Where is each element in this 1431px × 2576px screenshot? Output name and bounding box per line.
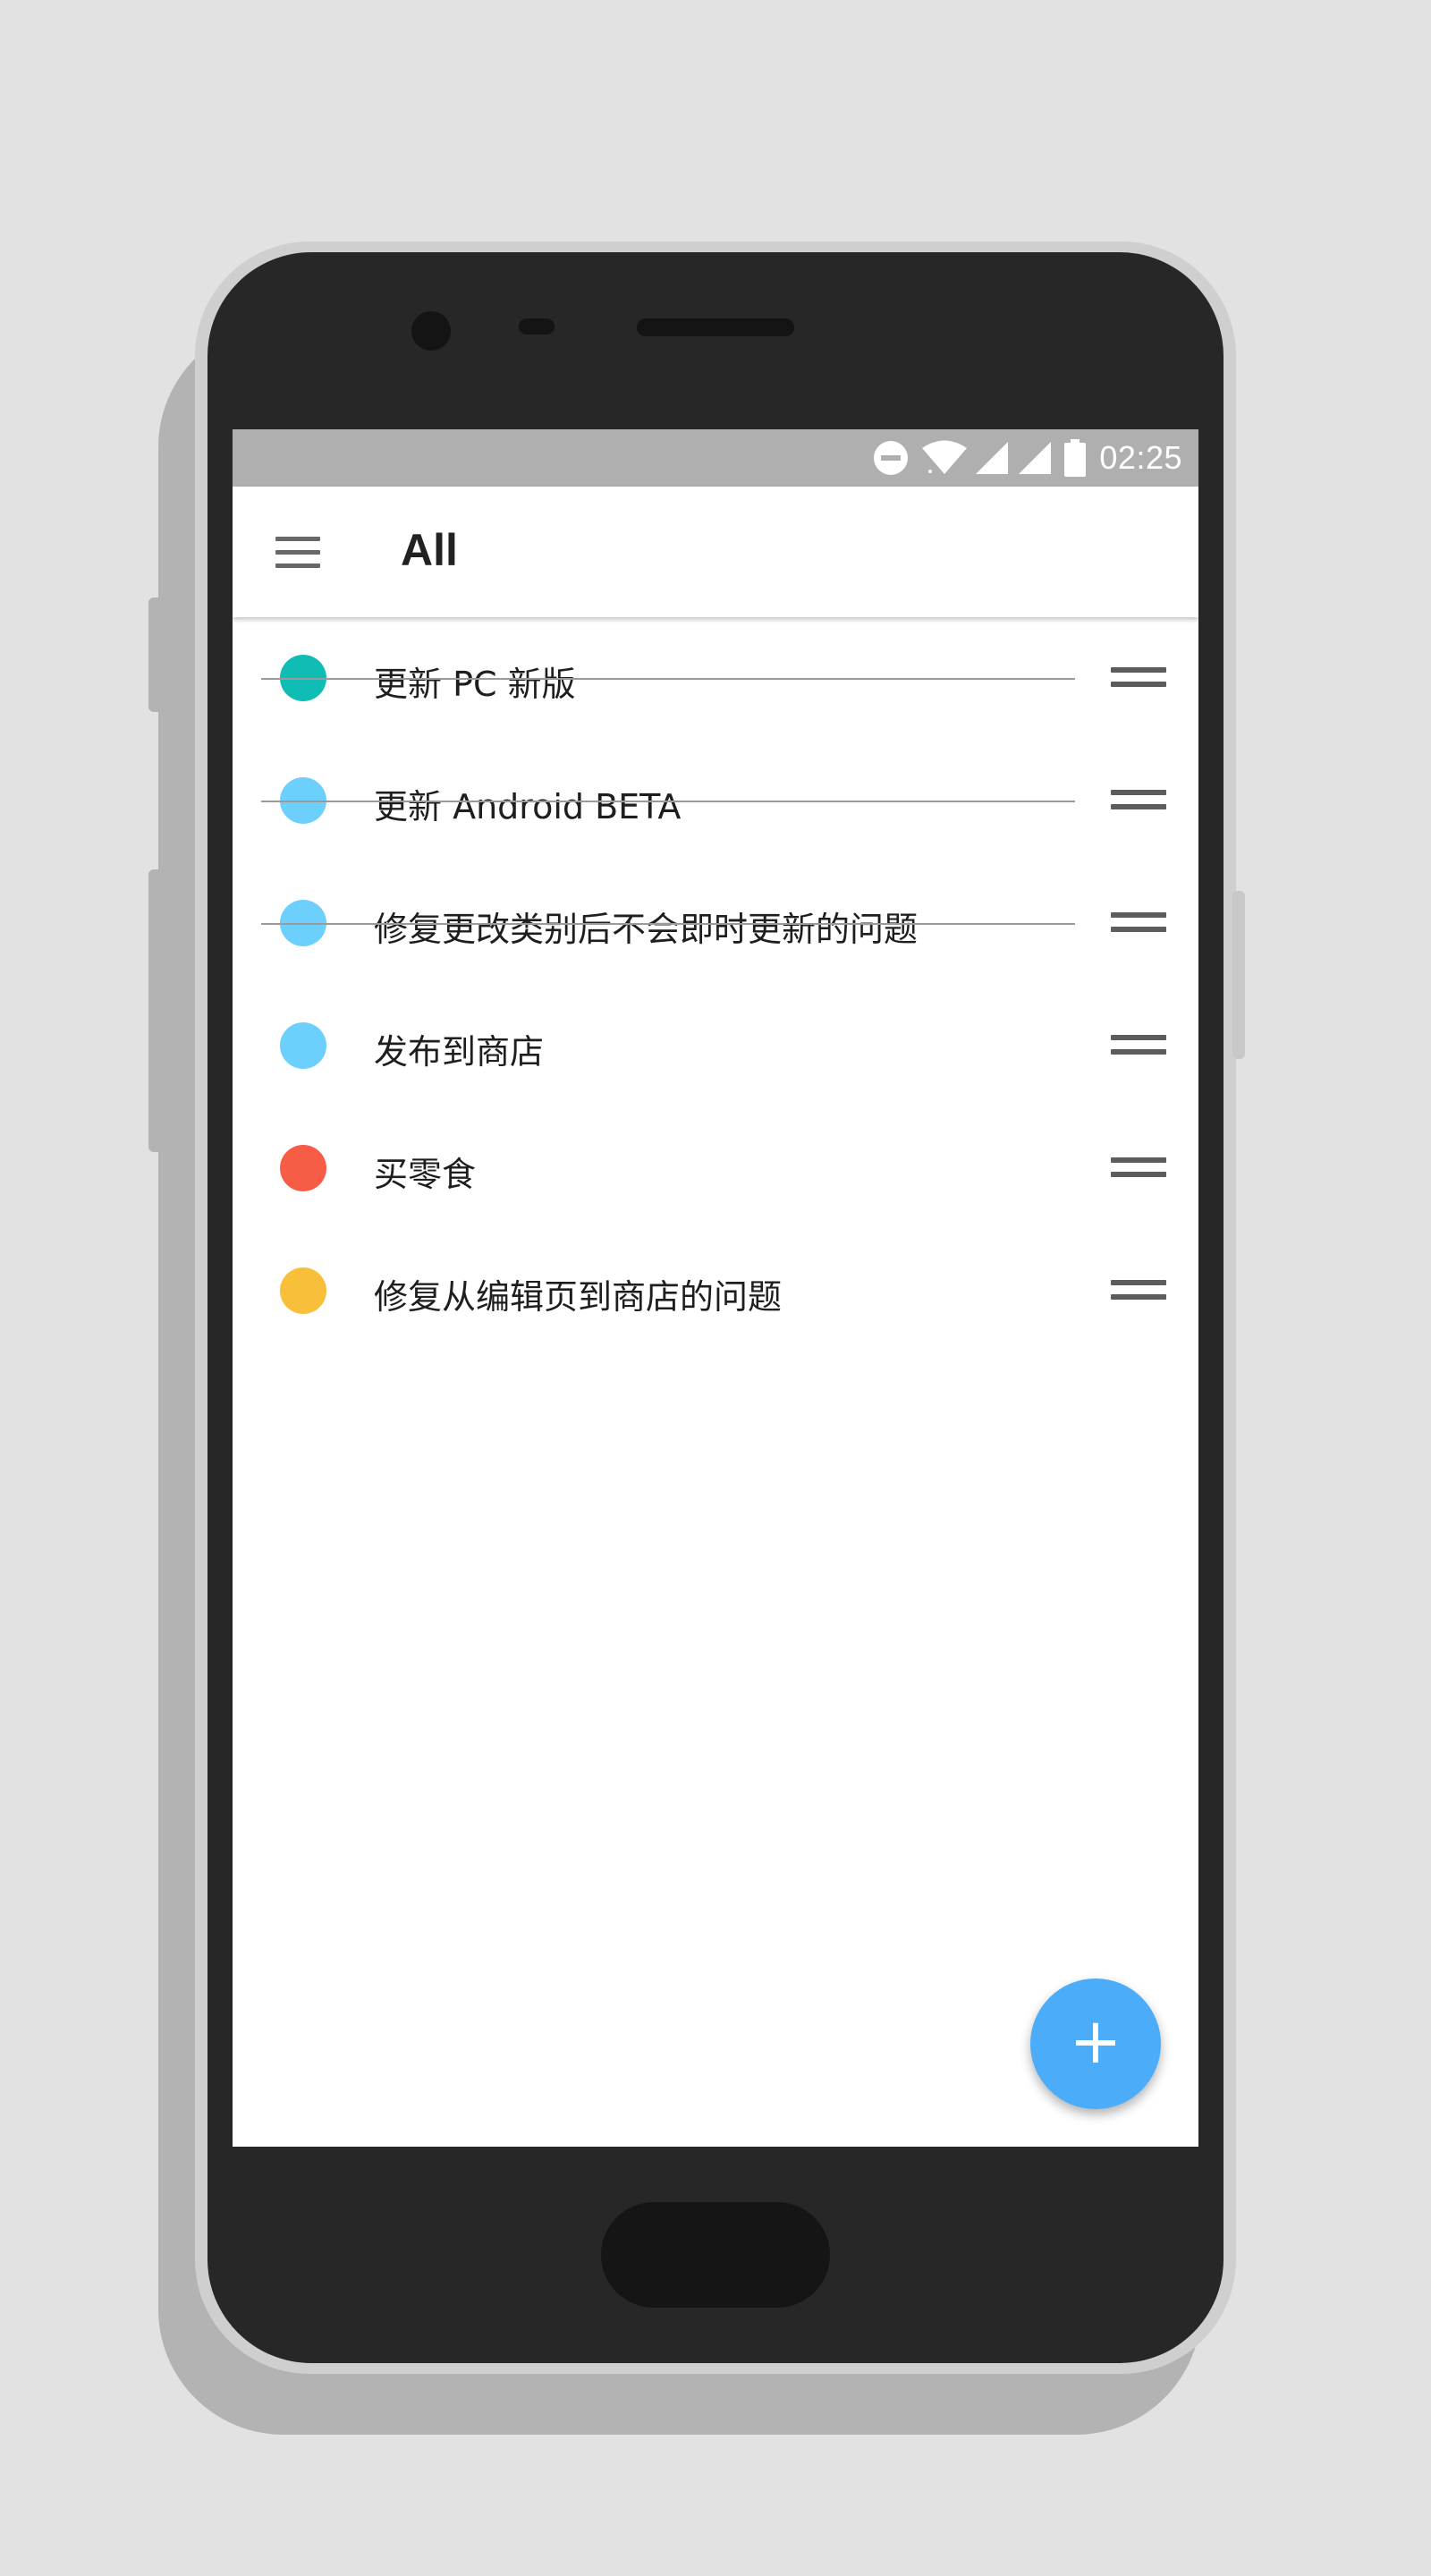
volume-button-up [148,597,163,712]
drag-handle-icon[interactable] [1111,912,1166,939]
task-label: 更新 PC 新版 [374,665,576,704]
hamburger-menu-icon[interactable] [275,537,322,569]
drag-handle-icon[interactable] [1111,1157,1166,1184]
signal-icon [976,442,1009,474]
category-color-dot[interactable] [280,1022,326,1069]
drag-handle-icon[interactable] [1111,790,1166,817]
status-time: 02:25 [1099,439,1182,476]
front-camera [411,311,451,351]
category-color-dot[interactable] [280,1145,326,1191]
task-label: 发布到商店 [374,1032,545,1072]
task-label: 更新 Android BETA [374,787,682,826]
page-title: All [401,525,458,575]
task-list: 更新 PC 新版更新 Android BETA 修复更改类别后不会即时更新的问题发… [233,619,1198,1354]
completed-strikethrough [261,678,1075,680]
task-label: 买零食 [374,1155,477,1194]
task-item[interactable]: 修复更改类别后不会即时更新的问题 [233,864,1198,987]
signal-icon [1019,442,1052,474]
app-bar: All [233,487,1198,617]
task-item[interactable]: 发布到商店 [233,987,1198,1109]
dnd-icon [874,441,909,475]
phone-screen: 02:25 All 更新 PC 新版更新 Android BETA 修复更改类别后… [233,429,1198,2147]
task-label: 修复更改类别后不会即时更新的问题 [374,910,919,949]
task-item[interactable]: 修复从编辑页到商店的问题 [233,1232,1198,1354]
home-button[interactable] [601,2202,830,2308]
battery-icon [1064,439,1087,477]
earpiece-speaker [637,318,794,336]
completed-strikethrough [261,801,1075,802]
completed-strikethrough [261,923,1075,925]
add-task-button[interactable]: + [1030,1979,1161,2109]
volume-button-down [148,869,163,1152]
plus-icon: + [1069,2004,1122,2078]
drag-handle-icon[interactable] [1111,1035,1166,1062]
power-button [1232,891,1245,1059]
proximity-sensor [519,318,555,335]
status-bar: 02:25 [233,429,1198,487]
task-item[interactable]: 更新 Android BETA [233,741,1198,864]
status-icons: 02:25 [872,429,1182,487]
wifi-icon [922,440,968,474]
category-color-dot[interactable] [280,1267,326,1314]
task-label: 修复从编辑页到商店的问题 [374,1277,783,1317]
drag-handle-icon[interactable] [1111,667,1166,694]
task-item[interactable]: 更新 PC 新版 [233,619,1198,741]
task-item[interactable]: 买零食 [233,1109,1198,1232]
drag-handle-icon[interactable] [1111,1280,1166,1307]
